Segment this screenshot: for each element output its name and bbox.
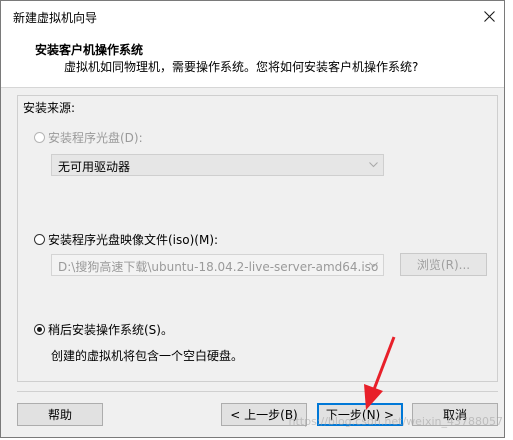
radio-label-later: 稍后安装操作系统(S)。 [48, 323, 173, 337]
radio-iso-image[interactable]: 安装程序光盘映像文件(iso)(M): [34, 231, 218, 248]
new-vm-wizard-dialog: 新建虚拟机向导 安装客户机操作系统 虚拟机如同物理机，需要操作系统。您将如何安装… [0, 0, 505, 438]
iso-path-value: D:\搜狗高速下载\ubuntu-18.04.2-live-server-amd… [58, 260, 379, 274]
wizard-header: 安装客户机操作系统 虚拟机如同物理机，需要操作系统。您将如何安装客户机操作系统? [1, 32, 504, 88]
radio-label-iso: 安装程序光盘映像文件(iso)(M): [48, 233, 219, 247]
header-subtitle: 虚拟机如同物理机，需要操作系统。您将如何安装客户机操作系统? [64, 60, 419, 74]
close-icon [483, 10, 495, 22]
install-source-label: 安装来源: [23, 101, 76, 115]
iso-path-select[interactable]: D:\搜狗高速下载\ubuntu-18.04.2-live-server-amd… [51, 254, 384, 276]
cancel-button[interactable]: 取消 [412, 403, 498, 426]
radio-installer-disc[interactable]: 安装程序光盘(D): [34, 129, 143, 146]
radio-circle[interactable] [34, 234, 45, 245]
back-button[interactable]: < 上一步(B) [221, 403, 307, 426]
chevron-down-icon [368, 260, 378, 270]
radio-circle[interactable] [34, 324, 45, 335]
footer-divider [17, 391, 498, 392]
disc-drive-select[interactable]: 无可用驱动器 [51, 154, 384, 176]
install-later-description: 创建的虚拟机将包含一个空白硬盘。 [51, 349, 244, 363]
chevron-down-icon [368, 160, 378, 170]
radio-label-disc: 安装程序光盘(D): [48, 131, 143, 145]
radio-install-later[interactable]: 稍后安装操作系统(S)。 [34, 321, 173, 338]
header-title: 安装客户机操作系统 [35, 43, 144, 57]
next-button[interactable]: 下一步(N) > [317, 403, 403, 426]
window-title: 新建虚拟机向导 [13, 11, 98, 25]
browse-button[interactable]: 浏览(R)... [400, 253, 487, 276]
disc-drive-value: 无可用驱动器 [58, 160, 131, 174]
title-bar: 新建虚拟机向导 [1, 1, 504, 33]
close-button[interactable] [474, 1, 504, 31]
help-button[interactable]: 帮助 [17, 403, 103, 426]
radio-circle[interactable] [34, 132, 45, 143]
